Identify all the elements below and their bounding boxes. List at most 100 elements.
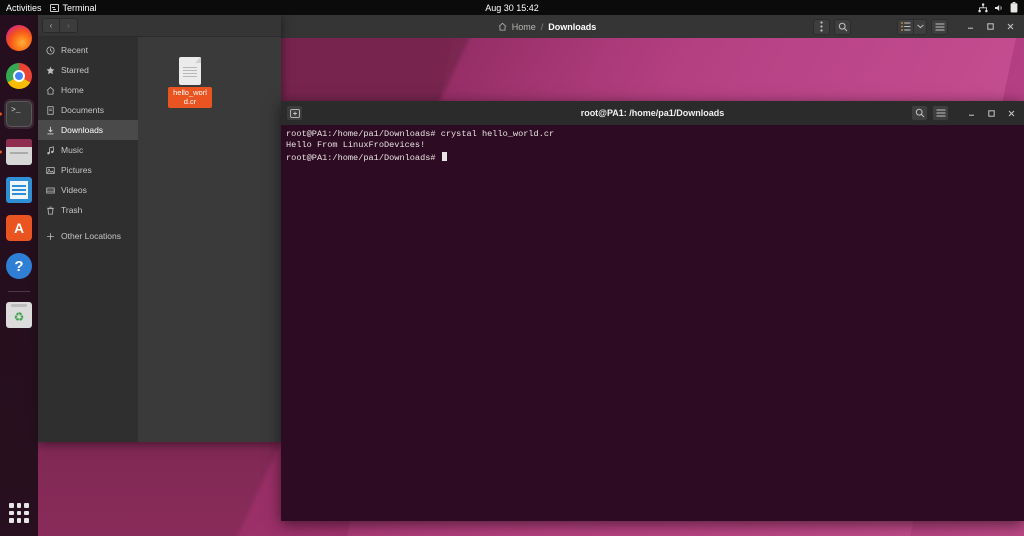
new-tab-button[interactable] (286, 105, 303, 121)
terminal-cursor (441, 151, 447, 161)
dock-item-trash[interactable] (4, 300, 34, 330)
files-close-button[interactable] (1002, 19, 1018, 35)
files-window: ‹ › Recent Starred Home Documents Downlo… (38, 15, 281, 442)
breadcrumb-separator: / (540, 21, 544, 32)
clock-icon (46, 45, 55, 55)
sidebar-item-label: Other Locations (61, 231, 122, 241)
file-grid-area[interactable]: hello_world.cr (138, 37, 281, 442)
terminal-headerbar: root@PA1: /home/pa1/Downloads (281, 101, 1024, 125)
help-icon (6, 253, 32, 279)
dock-item-chrome[interactable] (4, 61, 34, 91)
grid-dot (16, 503, 22, 508)
breadcrumb-home[interactable]: Home (512, 22, 536, 32)
chrome-icon (6, 63, 32, 89)
terminal-hamburger-button[interactable] (932, 105, 949, 121)
home-icon (498, 22, 507, 31)
breadcrumb-current[interactable]: Downloads (548, 22, 596, 32)
libreoffice-writer-icon (6, 177, 32, 203)
sidebar-item-downloads[interactable]: Downloads (38, 120, 138, 140)
activities-button[interactable]: Activities (0, 3, 50, 13)
terminal-toolbar (911, 105, 1019, 121)
files-hamburger-button[interactable] (931, 18, 948, 35)
system-tray[interactable] (978, 2, 1018, 13)
file-name-label: hello_world.cr (168, 87, 212, 108)
grid-dot (9, 503, 14, 508)
text-file-icon (179, 57, 201, 85)
dock-item-help[interactable] (4, 251, 34, 281)
dock-item-files[interactable] (4, 137, 34, 167)
battery-icon (1010, 2, 1018, 13)
focused-app-menu[interactable]: Terminal (49, 2, 97, 13)
clock[interactable]: Aug 30 15:42 (0, 3, 1024, 13)
sidebar-item-music[interactable]: Music (38, 140, 138, 160)
forward-button[interactable]: › (60, 18, 78, 33)
breadcrumb[interactable]: Home / Downloads (281, 22, 813, 32)
dock-item-firefox[interactable] (4, 23, 34, 53)
files-minimize-button[interactable] (962, 19, 978, 35)
files-maximize-button[interactable] (982, 19, 998, 35)
sidebar-item-label: Recent (61, 45, 88, 55)
sidebar-item-label: Videos (61, 185, 87, 195)
terminal-icon (6, 101, 32, 127)
terminal-maximize-button[interactable] (983, 105, 999, 121)
dock-item-terminal[interactable] (4, 99, 34, 129)
sidebar-item-starred[interactable]: Starred (38, 60, 138, 80)
show-applications-button[interactable] (6, 500, 32, 526)
sidebar-item-recent[interactable]: Recent (38, 40, 138, 60)
music-note-icon (46, 145, 55, 155)
top-bar: Activities Terminal Aug 30 15:42 (0, 0, 1024, 15)
list-view-button[interactable] (897, 18, 914, 35)
terminal-minimize-button[interactable] (963, 105, 979, 121)
trash-icon (6, 302, 32, 328)
firefox-icon (6, 25, 32, 51)
sidebar-item-label: Starred (61, 65, 89, 75)
download-icon (46, 126, 55, 135)
files-toolbar (813, 18, 1024, 35)
terminal-prompt: root@PA1:/home/pa1/Downloads# (286, 152, 441, 163)
search-button[interactable] (834, 18, 851, 35)
sidebar-item-videos[interactable]: Videos (38, 180, 138, 200)
video-icon (46, 186, 55, 195)
desktop-screen: Activities Terminal Aug 30 15:42 >_ A ? … (0, 0, 1024, 536)
focused-app-label: Terminal (62, 2, 97, 13)
grid-dot (9, 518, 14, 523)
dock (0, 15, 38, 536)
dock-item-software[interactable] (4, 213, 34, 243)
sidebar-item-pictures[interactable]: Pictures (38, 160, 138, 180)
sidebar-item-other-locations[interactable]: Other Locations (38, 226, 138, 246)
view-mode-group (897, 18, 927, 35)
file-item[interactable]: hello_world.cr (166, 57, 214, 108)
grid-dot (16, 518, 22, 523)
files-menu-button[interactable] (813, 18, 830, 35)
nav-buttons: ‹ › (42, 18, 78, 33)
terminal-line: Hello From LinuxFroDevices! (286, 140, 426, 151)
sidebar-item-home[interactable]: Home (38, 80, 138, 100)
network-icon (978, 3, 988, 13)
grid-dot (24, 510, 29, 516)
files-window-headerbar: Home / Downloads (281, 15, 1024, 38)
sidebar-item-label: Documents (61, 105, 104, 115)
home-icon (46, 86, 55, 95)
sidebar-item-label: Music (61, 145, 84, 155)
files-sidebar: Recent Starred Home Documents Downloads … (38, 37, 138, 442)
terminal-line: root@PA1:/home/pa1/Downloads# crystal he… (286, 129, 555, 139)
dock-item-writer[interactable] (4, 175, 34, 205)
sidebar-item-documents[interactable]: Documents (38, 100, 138, 120)
terminal-icon (49, 3, 59, 12)
grid-dot (16, 510, 22, 516)
files-nav-header: ‹ › (38, 15, 281, 37)
grid-dot (9, 510, 14, 516)
trash-icon (46, 206, 55, 215)
view-chevron-down-icon[interactable] (914, 18, 927, 35)
sidebar-item-trash[interactable]: Trash (38, 200, 138, 220)
sidebar-item-label: Trash (61, 205, 83, 215)
image-icon (46, 166, 55, 175)
terminal-close-button[interactable] (1003, 105, 1019, 121)
files-body: Recent Starred Home Documents Downloads … (38, 37, 281, 442)
grid-dot (24, 503, 29, 508)
grid-dot (24, 518, 29, 523)
terminal-search-button[interactable] (911, 105, 928, 121)
terminal-output-area[interactable]: root@PA1:/home/pa1/Downloads# crystal he… (281, 125, 1024, 521)
files-icon (6, 139, 32, 165)
back-button[interactable]: ‹ (42, 18, 60, 33)
